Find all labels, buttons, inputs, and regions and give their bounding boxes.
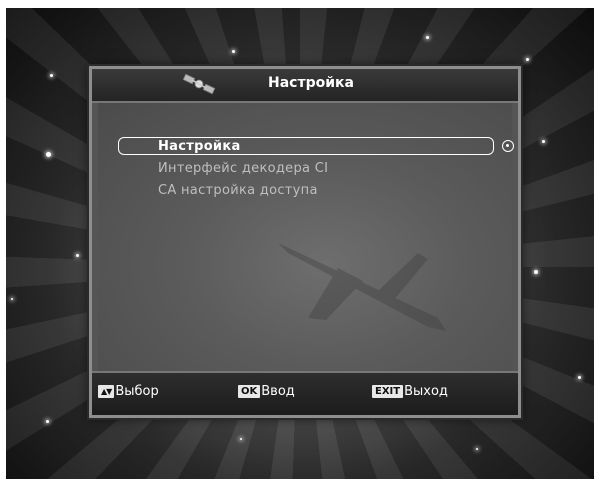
star bbox=[542, 140, 545, 143]
menu-area: Настройка Интерфейс декодера CI СА настр… bbox=[98, 103, 514, 371]
menu-item-settings[interactable]: Настройка bbox=[158, 139, 241, 154]
star bbox=[578, 376, 581, 379]
enter-circle-icon[interactable] bbox=[502, 140, 514, 152]
star bbox=[76, 254, 79, 257]
menu-item-ci-interface[interactable]: Интерфейс декодера CI bbox=[158, 161, 328, 176]
dialog-title: Настройка bbox=[268, 75, 354, 91]
up-down-key-icon: ▲▼ bbox=[98, 385, 115, 398]
background-aircraft-watermark bbox=[278, 243, 446, 331]
hint-exit-label: Выход bbox=[404, 384, 448, 399]
exit-key-icon: EXIT bbox=[372, 385, 404, 398]
star bbox=[50, 74, 53, 77]
star bbox=[240, 438, 242, 440]
hint-ok-label: Ввод bbox=[261, 384, 295, 399]
star bbox=[232, 50, 235, 53]
hint-exit[interactable]: EXIT Выход bbox=[372, 384, 448, 399]
tv-screen: Настройка Настройка Интерфейс декодера C… bbox=[6, 8, 594, 479]
star bbox=[476, 448, 478, 450]
hint-ok[interactable]: OK Ввод bbox=[238, 384, 295, 399]
star bbox=[11, 298, 13, 300]
hint-select[interactable]: ▲▼ Выбор bbox=[98, 384, 159, 399]
star bbox=[46, 152, 51, 157]
ok-key-icon: OK bbox=[238, 385, 261, 398]
title-bar: Настройка bbox=[92, 69, 518, 103]
hint-select-label: Выбор bbox=[115, 384, 159, 399]
star bbox=[526, 58, 529, 61]
footer-hints: ▲▼ Выбор OK Ввод EXIT Выход bbox=[92, 371, 518, 415]
menu-item-ca-access[interactable]: СА настройка доступа bbox=[158, 183, 318, 198]
settings-dialog: Настройка Настройка Интерфейс декодера C… bbox=[89, 66, 521, 418]
star bbox=[534, 270, 538, 274]
star bbox=[426, 36, 429, 39]
star bbox=[46, 420, 49, 423]
